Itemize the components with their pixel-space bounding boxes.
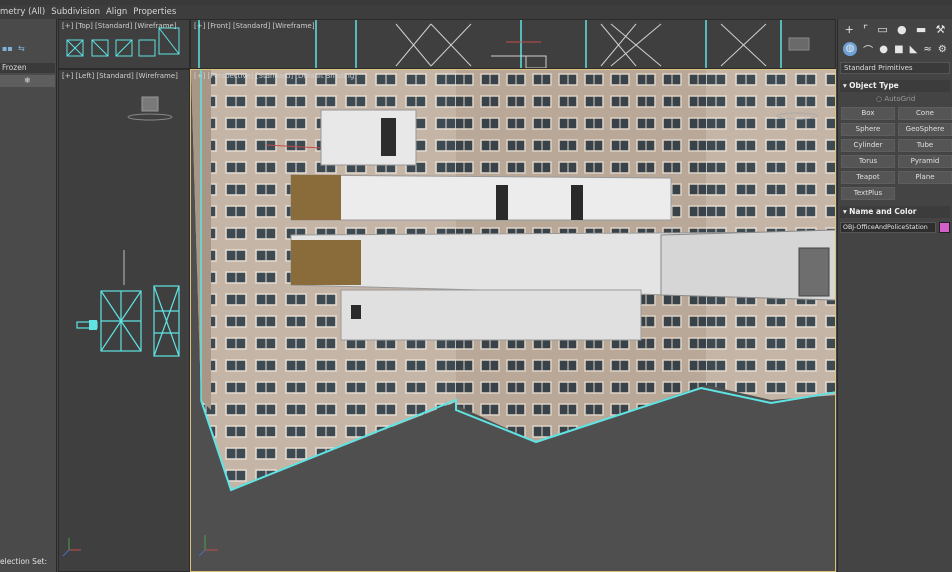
motion-icon[interactable]: ●: [897, 23, 907, 36]
primitive-buttons: Box Cone Sphere GeoSphere Cylinder Tube …: [841, 107, 952, 200]
viewport-front[interactable]: [+] [Front] [Standard] [Wireframe]: [190, 19, 836, 69]
command-panel: + ⌜ ▭ ● ▬ ⚒ ◍ ⌒ ● ■ ◣ ≈ ⚙ Standard Primi…: [837, 19, 952, 572]
cone-button[interactable]: Cone: [898, 107, 952, 120]
left-wireframe: [62, 96, 180, 557]
viewport-perspective[interactable]: [+] [Perspective] [Standard] [Default Sh…: [190, 69, 836, 572]
top-wireframe: [66, 27, 180, 57]
menu-item-align[interactable]: Align: [106, 7, 127, 17]
menu-item-geometry[interactable]: metry (All): [0, 7, 45, 17]
display-icon[interactable]: ▬: [916, 23, 926, 36]
modify-icon[interactable]: ⌜: [863, 23, 868, 36]
object-name-field[interactable]: OBJ-OfficeAndPoliceStation: [840, 222, 936, 233]
menu-bar: metry (All) Subdivision Align Properties: [0, 5, 952, 19]
utilities-icon[interactable]: ⚒: [936, 23, 946, 36]
plane-button[interactable]: Plane: [898, 171, 952, 184]
frozen-column-header[interactable]: Frozen: [0, 63, 55, 73]
sphere-button[interactable]: Sphere: [841, 123, 895, 136]
hierarchy-toggle-icon[interactable]: ▪▪: [2, 45, 13, 53]
viewport-left[interactable]: [+] [Left] [Standard] [Wireframe]: [58, 69, 190, 572]
pyramid-button[interactable]: Pyramid: [898, 155, 952, 168]
spacewarps-icon[interactable]: ≈: [923, 44, 931, 55]
layer-toggle-icon[interactable]: ⇆: [18, 45, 28, 53]
systems-icon[interactable]: ⚙: [938, 44, 947, 55]
autogrid-checkbox[interactable]: AutoGrid: [876, 95, 952, 103]
scene-explorer: ▪▪ ⇆ Frozen ❄ election Set:: [0, 19, 57, 572]
front-wireframe: [198, 20, 810, 68]
name-and-color-rollout[interactable]: Name and Color: [840, 206, 950, 218]
command-panel-tabs: + ⌜ ▭ ● ▬ ⚒: [838, 19, 952, 39]
geometry-icon[interactable]: ◍: [843, 42, 858, 56]
viewport-perspective-label[interactable]: [+] [Perspective] [Standard] [Default Sh…: [194, 72, 357, 80]
primitive-type-dropdown[interactable]: Standard Primitives: [840, 62, 950, 74]
cylinder-button[interactable]: Cylinder: [841, 139, 895, 152]
create-category-icons: ◍ ⌒ ● ■ ◣ ≈ ⚙: [838, 39, 952, 59]
menu-item-subdivision[interactable]: Subdivision: [51, 7, 100, 17]
selection-set-label: election Set:: [0, 557, 48, 566]
teapot-button[interactable]: Teapot: [841, 171, 895, 184]
name-color-row: OBJ-OfficeAndPoliceStation: [840, 222, 950, 233]
torus-button[interactable]: Torus: [841, 155, 895, 168]
shapes-icon[interactable]: ⌒: [863, 42, 873, 57]
geosphere-button[interactable]: GeoSphere: [898, 123, 952, 136]
helpers-icon[interactable]: ◣: [910, 44, 918, 55]
textplus-button[interactable]: TextPlus: [841, 187, 895, 200]
lights-icon[interactable]: ●: [879, 44, 888, 55]
cameras-icon[interactable]: ■: [894, 44, 903, 55]
tube-button[interactable]: Tube: [898, 139, 952, 152]
frozen-snowflake-icon[interactable]: ❄: [0, 75, 55, 87]
object-type-rollout[interactable]: Object Type: [840, 80, 950, 92]
object-color-swatch[interactable]: [939, 222, 950, 233]
hierarchy-icon[interactable]: ▭: [877, 23, 887, 36]
viewport-top[interactable]: [+] [Top] [Standard] [Wireframe]: [58, 19, 190, 69]
perspective-scene: [191, 70, 835, 557]
menu-item-properties[interactable]: Properties: [133, 7, 176, 17]
box-button[interactable]: Box: [841, 107, 895, 120]
plus-icon[interactable]: +: [845, 23, 854, 36]
